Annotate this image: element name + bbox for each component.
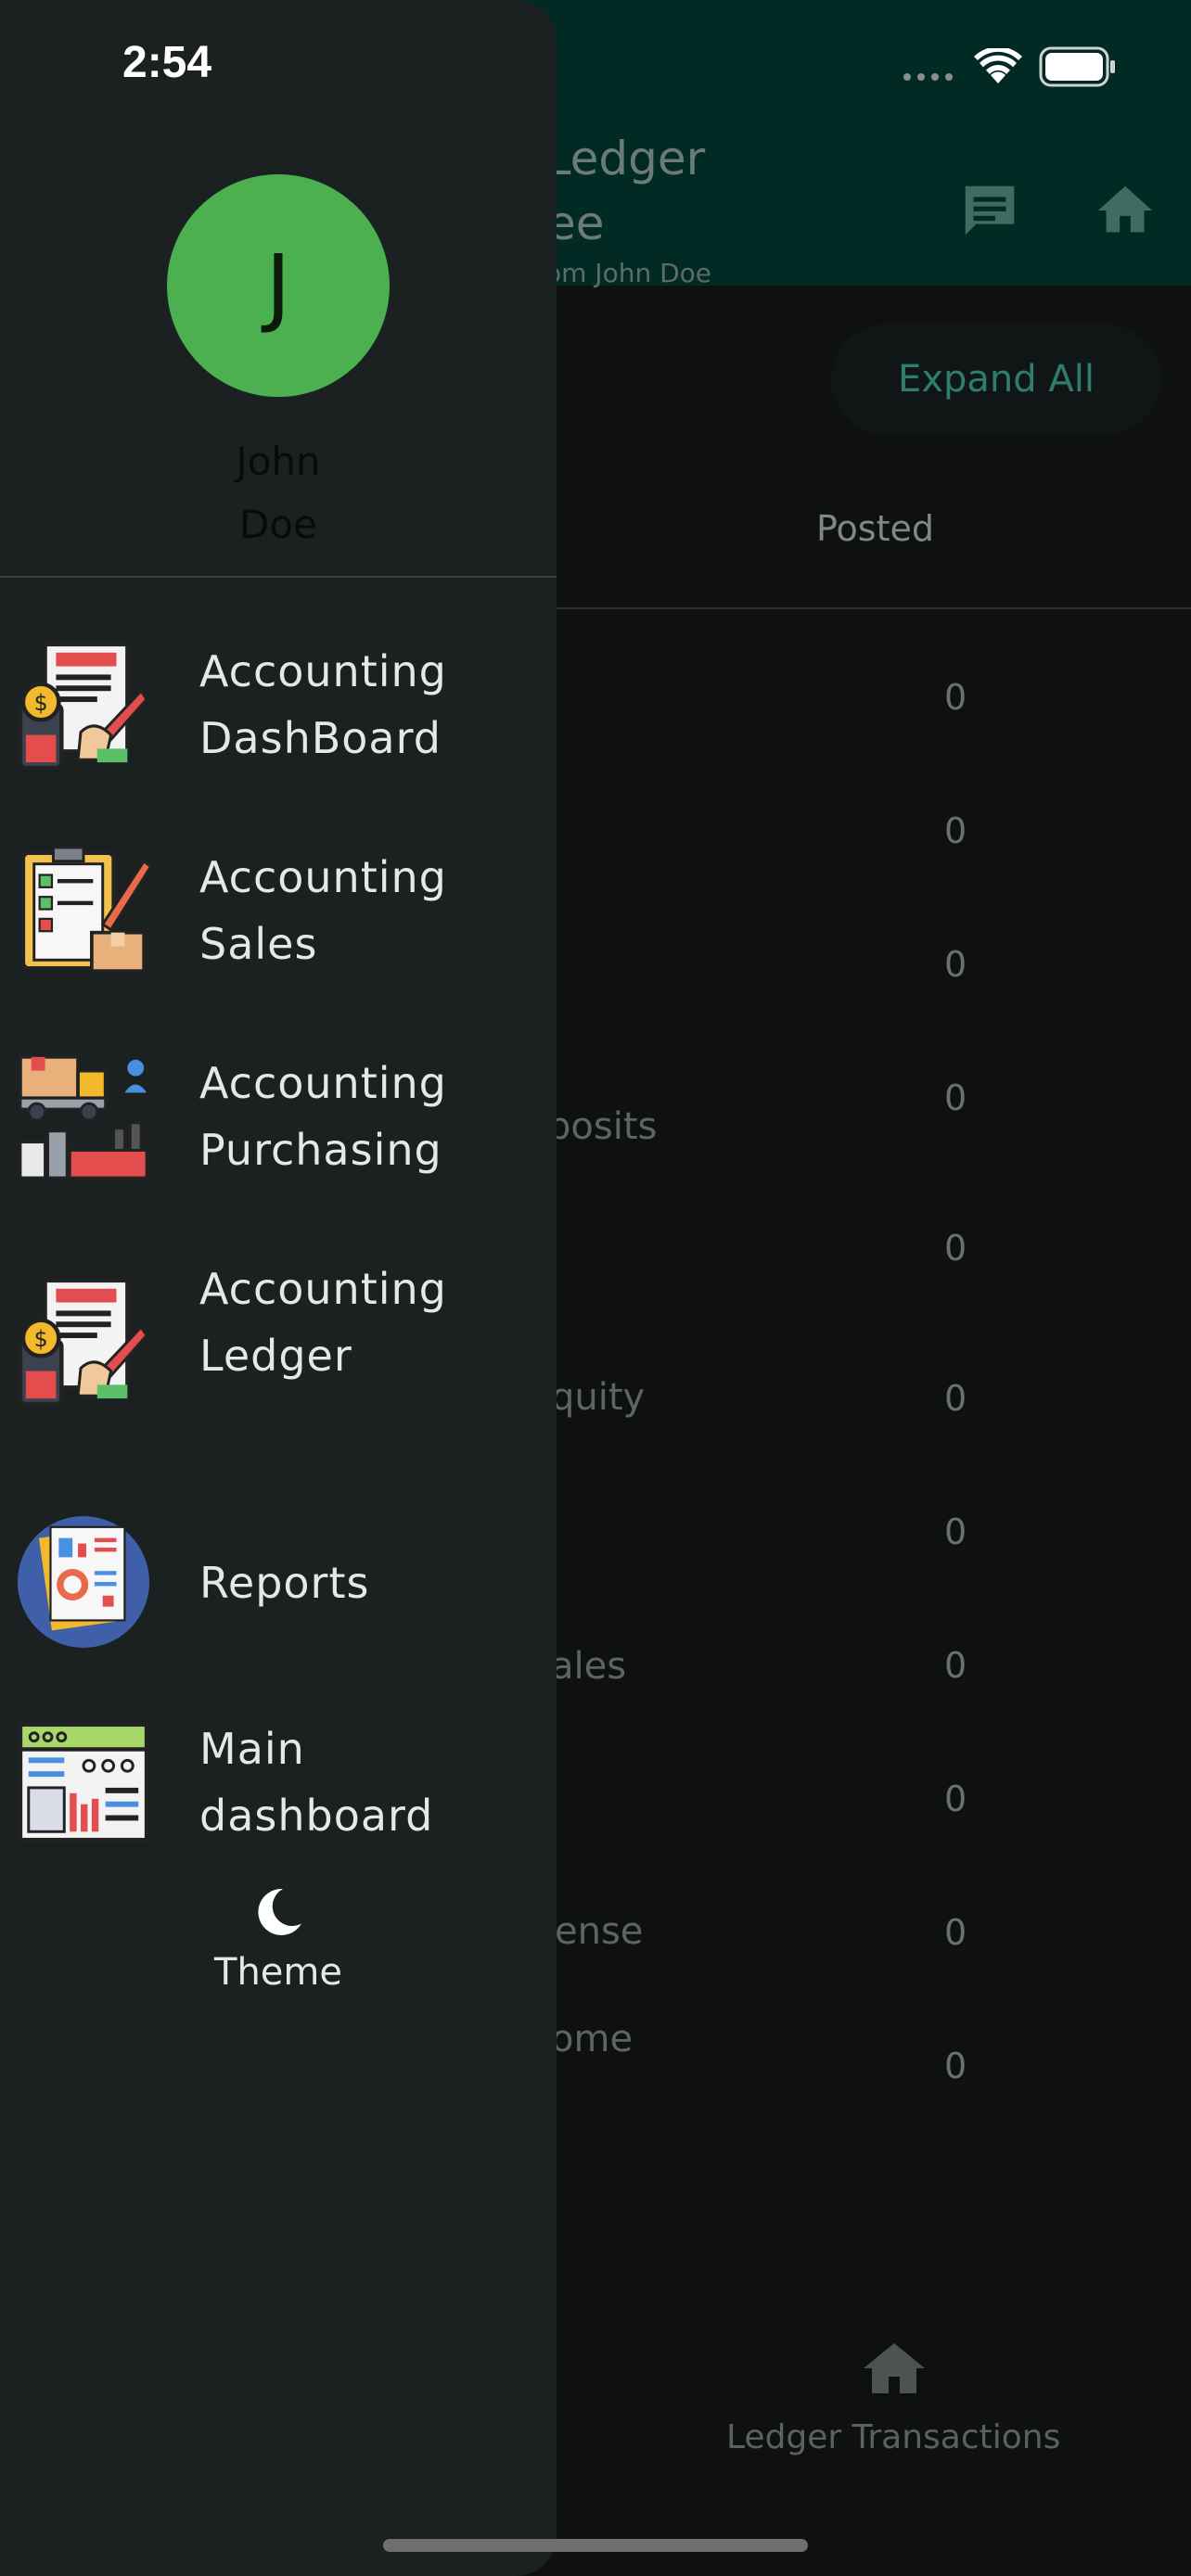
row-name: ense — [555, 1910, 644, 1953]
row-value: 0 — [944, 810, 967, 851]
row-name: quity — [551, 1376, 646, 1419]
menu-label-line1: Reports — [199, 1558, 370, 1608]
row-value: 0 — [944, 1645, 967, 1686]
row-value: 0 — [944, 677, 967, 718]
battery-icon — [1039, 46, 1115, 87]
menu-item-reports[interactable]: Reports — [0, 1513, 557, 1652]
menu-label-line1: Accounting — [199, 646, 447, 696]
row-value: 0 — [944, 1378, 967, 1419]
menu-item-accounting-sales[interactable]: Accounting Sales — [0, 836, 557, 985]
accounting-dashboard-icon: $ — [18, 642, 148, 771]
home-icon[interactable] — [861, 2340, 928, 2396]
expand-all-button[interactable]: Expand All — [831, 325, 1161, 434]
accounting-ledger-icon: $ — [18, 1278, 148, 1407]
row-value: 0 — [944, 1078, 967, 1118]
row-value: 0 — [944, 2046, 967, 2086]
svg-text:$: $ — [34, 690, 48, 716]
wifi-icon — [974, 48, 1022, 83]
signal-icon — [903, 73, 953, 81]
menu-item-accounting-dashboard[interactable]: $ Accounting DashBoard — [0, 631, 557, 779]
row-value: 0 — [944, 1912, 967, 1953]
row-name: ales — [551, 1645, 627, 1688]
bottom-nav-ledger-transactions[interactable]: Ledger Transactions — [726, 2418, 1060, 2456]
svg-text:$: $ — [34, 1326, 48, 1352]
reports-icon — [17, 1515, 150, 1649]
menu-label-line2: DashBoard — [199, 713, 442, 763]
theme-toggle-label[interactable]: Theme — [186, 1951, 371, 1994]
row-value: 0 — [944, 944, 967, 985]
chat-icon[interactable] — [957, 178, 1022, 243]
home-indicator[interactable] — [383, 2539, 808, 2552]
row-value: 0 — [944, 1779, 967, 1819]
moon-icon[interactable] — [250, 1884, 306, 1940]
home-icon[interactable] — [1093, 178, 1158, 243]
menu-item-accounting-purchasing[interactable]: Accounting Purchasing — [0, 1042, 557, 1191]
user-name-line1: John — [236, 439, 321, 484]
drawer-divider — [0, 576, 557, 578]
status-time: 2:54 — [122, 38, 212, 87]
dashboard-chart-icon — [18, 1722, 149, 1843]
navigation-drawer: 2:54 J John Doe $ Accounting DashBoard A… — [0, 0, 557, 2576]
user-name-line2: Doe — [239, 502, 317, 547]
clipboard-sales-icon — [20, 846, 152, 973]
menu-label-line2: Purchasing — [199, 1125, 442, 1175]
avatar[interactable]: J — [167, 174, 390, 397]
menu-label-line2: Sales — [199, 919, 318, 969]
header-subtitle: om John Doe — [545, 258, 712, 288]
row-value: 0 — [944, 1228, 967, 1269]
menu-label-line2: Ledger — [199, 1331, 352, 1381]
row-name: ome — [551, 2018, 634, 2060]
user-name: John Doe — [167, 430, 390, 556]
menu-label-line1: Main — [199, 1724, 305, 1774]
avatar-initial: J — [265, 236, 291, 336]
row-name: posits — [547, 1105, 658, 1148]
menu-label-line2: dashboard — [199, 1791, 434, 1841]
truck-factory-icon — [19, 1054, 148, 1180]
row-value: 0 — [944, 1511, 967, 1552]
menu-item-main-dashboard[interactable]: Main dashboard — [0, 1708, 557, 1856]
menu-label-line1: Accounting — [199, 1058, 447, 1108]
menu-item-accounting-ledger[interactable]: $ Accounting Ledger — [0, 1248, 557, 1415]
menu-label-line1: Accounting — [199, 852, 447, 902]
posted-column-header: Posted — [816, 508, 935, 549]
menu-label-line1: Accounting — [199, 1264, 447, 1314]
